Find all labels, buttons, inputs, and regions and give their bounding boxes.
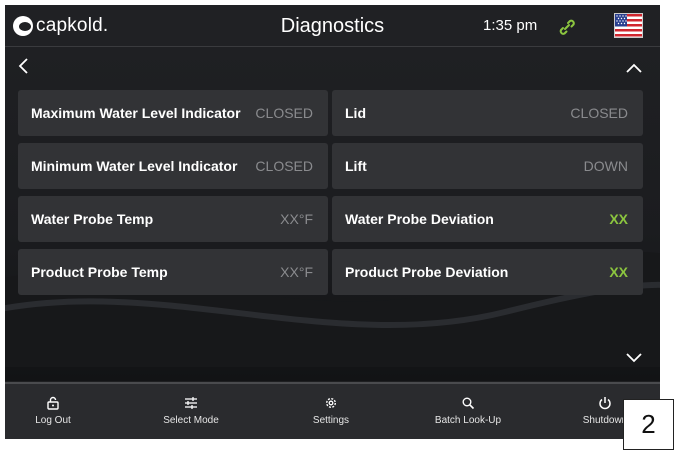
log-out-button[interactable]: Log Out: [5, 384, 108, 439]
settings-button[interactable]: Settings: [276, 384, 386, 439]
sliders-icon: [185, 397, 197, 409]
diagnostic-label: Maximum Water Level Indicator: [31, 105, 241, 121]
diagnostic-item-min-water-level: Minimum Water Level Indicator CLOSED: [18, 143, 328, 189]
diagnostic-label: Product Probe Deviation: [345, 264, 509, 280]
top-bar: capkold. Diagnostics 1:35 pm: [5, 5, 660, 47]
background-wave: [5, 252, 660, 367]
log-out-label: Log Out: [35, 415, 71, 426]
scroll-up-chevron-icon[interactable]: [624, 61, 644, 75]
power-icon: [599, 397, 611, 410]
diagnostic-value: CLOSED: [255, 158, 313, 174]
select-mode-button[interactable]: Select Mode: [136, 384, 246, 439]
diagnostic-value: XX°F: [280, 211, 313, 227]
search-icon: [462, 397, 475, 410]
lock-icon: [47, 396, 59, 410]
diagnostic-item-product-probe-temp: Product Probe Temp XX°F: [18, 249, 328, 295]
diagnostic-label: Lid: [345, 105, 366, 121]
diagnostic-item-lift: Lift DOWN: [332, 143, 643, 189]
diagnostic-value: CLOSED: [570, 105, 628, 121]
batch-look-up-button[interactable]: Batch Look-Up: [413, 384, 523, 439]
diagnostic-item-water-probe-deviation: Water Probe Deviation XX: [332, 196, 643, 242]
clock: 1:35 pm: [483, 17, 538, 34]
diagnostic-label: Minimum Water Level Indicator: [31, 158, 238, 174]
diagnostics-screen: capkold. Diagnostics 1:35 pm Maximum Wat…: [5, 5, 660, 439]
diagnostic-label: Lift: [345, 158, 367, 174]
connection-link-icon[interactable]: [557, 17, 577, 37]
diagnostic-value: XX°F: [280, 264, 313, 280]
scroll-down-chevron-icon[interactable]: [624, 351, 644, 365]
diagnostic-value: DOWN: [583, 158, 628, 174]
diagnostic-item-max-water-level: Maximum Water Level Indicator CLOSED: [18, 90, 328, 136]
settings-label: Settings: [312, 415, 350, 426]
diagnostic-label: Product Probe Temp: [31, 264, 168, 280]
diagnostic-item-lid: Lid CLOSED: [332, 90, 643, 136]
us-flag-icon[interactable]: [614, 13, 643, 38]
diagnostic-item-product-probe-deviation: Product Probe Deviation XX: [332, 249, 643, 295]
diagnostics-panel: Maximum Water Level Indicator CLOSED Lid…: [5, 47, 660, 381]
back-chevron-icon[interactable]: [15, 55, 33, 77]
diagnostic-value: XX: [609, 211, 628, 227]
diagnostic-value: CLOSED: [255, 105, 313, 121]
diagnostic-label: Water Probe Deviation: [345, 211, 494, 227]
select-mode-label: Select Mode: [163, 415, 219, 426]
diagnostic-value: XX: [609, 264, 628, 280]
gear-icon: [325, 397, 337, 409]
annotation-number-badge: 2: [623, 399, 674, 450]
bottom-nav: Log Out Select Mode Settings Batch Look-…: [5, 382, 660, 439]
diagnostic-item-water-probe-temp: Water Probe Temp XX°F: [18, 196, 328, 242]
batch-look-up-label: Batch Look-Up: [434, 415, 502, 426]
diagnostic-label: Water Probe Temp: [31, 211, 154, 227]
